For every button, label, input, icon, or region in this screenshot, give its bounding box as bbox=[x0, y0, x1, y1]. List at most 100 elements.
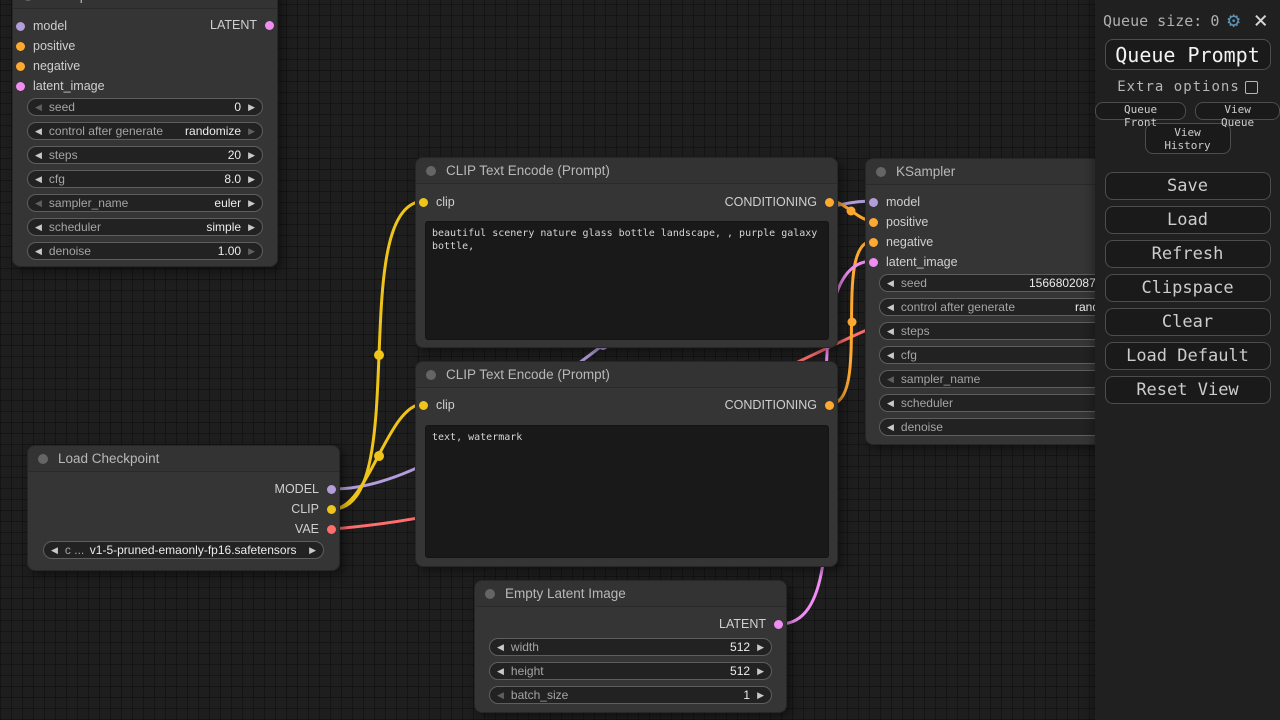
conditioning-slot-icon[interactable] bbox=[869, 238, 878, 247]
view-history-button[interactable]: View History bbox=[1145, 123, 1231, 154]
node-empty-latent-image[interactable]: Empty Latent Image LATENT ◀width512▶ ◀he… bbox=[474, 580, 787, 713]
decrement-arrow-icon[interactable]: ◀ bbox=[28, 151, 49, 160]
latent-slot-icon[interactable] bbox=[774, 620, 783, 629]
input-slot-latent-image[interactable]: latent_image bbox=[16, 76, 105, 96]
increment-arrow-icon[interactable]: ▶ bbox=[241, 199, 262, 208]
conditioning-slot-icon[interactable] bbox=[825, 401, 834, 410]
input-slot-clip[interactable]: clip bbox=[419, 192, 455, 212]
output-slot-clip[interactable]: CLIP bbox=[291, 499, 336, 519]
model-slot-icon[interactable] bbox=[16, 22, 25, 31]
node-clip-text-encode-positive[interactable]: CLIP Text Encode (Prompt) clip CONDITION… bbox=[415, 157, 838, 348]
close-icon[interactable]: × bbox=[1254, 11, 1268, 30]
collapse-dot-icon[interactable] bbox=[876, 167, 886, 177]
input-slot-latent-image[interactable]: latent_image bbox=[869, 252, 958, 272]
decrement-arrow-icon[interactable]: ◀ bbox=[490, 643, 511, 652]
increment-arrow-icon[interactable]: ▶ bbox=[241, 247, 262, 256]
increment-arrow-icon[interactable]: ▶ bbox=[241, 175, 262, 184]
widget-height[interactable]: ◀height512▶ bbox=[489, 662, 772, 680]
decrement-arrow-icon[interactable]: ◀ bbox=[880, 279, 901, 288]
decrement-arrow-icon[interactable]: ◀ bbox=[490, 691, 511, 700]
output-slot-latent[interactable]: LATENT bbox=[210, 15, 274, 35]
increment-arrow-icon[interactable]: ▶ bbox=[750, 643, 771, 652]
widget-sampler-name[interactable]: ◀sampler_nameeuler▶ bbox=[27, 194, 263, 212]
positive-prompt-textarea[interactable]: beautiful scenery nature glass bottle la… bbox=[425, 221, 829, 340]
conditioning-slot-icon[interactable] bbox=[16, 62, 25, 71]
decrement-arrow-icon[interactable]: ◀ bbox=[28, 127, 49, 136]
decrement-arrow-icon[interactable]: ◀ bbox=[880, 351, 901, 360]
conditioning-slot-icon[interactable] bbox=[16, 42, 25, 51]
collapse-dot-icon[interactable] bbox=[38, 454, 48, 464]
increment-arrow-icon[interactable]: ▶ bbox=[241, 223, 262, 232]
negative-prompt-textarea[interactable]: text, watermark bbox=[425, 425, 829, 558]
latent-slot-icon[interactable] bbox=[265, 21, 274, 30]
widget-ckpt-name[interactable]: ◀c ...v1-5-pruned-emaonly-fp16.safetenso… bbox=[43, 541, 324, 559]
decrement-arrow-icon[interactable]: ◀ bbox=[490, 667, 511, 676]
widget-steps[interactable]: ◀steps20▶ bbox=[27, 146, 263, 164]
widget-control-after-generate[interactable]: ◀control after generaterandomize▶ bbox=[27, 122, 263, 140]
increment-arrow-icon[interactable]: ▶ bbox=[241, 151, 262, 160]
node-titlebar[interactable]: KSampler bbox=[13, 0, 277, 9]
node-titlebar[interactable]: CLIP Text Encode (Prompt) bbox=[416, 362, 837, 388]
clipspace-button[interactable]: Clipspace bbox=[1105, 274, 1271, 302]
load-default-button[interactable]: Load Default bbox=[1105, 342, 1271, 370]
output-slot-latent[interactable]: LATENT bbox=[719, 614, 783, 634]
node-titlebar[interactable]: Empty Latent Image bbox=[475, 581, 786, 607]
reset-view-button[interactable]: Reset View bbox=[1105, 376, 1271, 404]
node-ksampler-left[interactable]: KSampler model positive negative latent_… bbox=[12, 0, 278, 267]
input-slot-negative[interactable]: negative bbox=[16, 56, 80, 76]
increment-arrow-icon[interactable]: ▶ bbox=[241, 103, 262, 112]
view-queue-button[interactable]: View Queue bbox=[1195, 102, 1280, 120]
decrement-arrow-icon[interactable]: ◀ bbox=[880, 375, 901, 384]
input-slot-model[interactable]: model bbox=[869, 192, 920, 212]
output-slot-vae[interactable]: VAE bbox=[295, 519, 336, 539]
load-button[interactable]: Load bbox=[1105, 206, 1271, 234]
node-load-checkpoint[interactable]: Load Checkpoint MODEL CLIP VAE ◀c ...v1-… bbox=[27, 445, 340, 571]
widget-seed[interactable]: ◀seed0▶ bbox=[27, 98, 263, 116]
model-slot-icon[interactable] bbox=[869, 198, 878, 207]
latent-slot-icon[interactable] bbox=[869, 258, 878, 267]
clip-slot-icon[interactable] bbox=[327, 505, 336, 514]
input-slot-model[interactable]: model bbox=[16, 16, 67, 36]
settings-gear-icon[interactable]: ⚙ bbox=[1227, 10, 1240, 31]
widget-width[interactable]: ◀width512▶ bbox=[489, 638, 772, 656]
decrement-arrow-icon[interactable]: ◀ bbox=[880, 327, 901, 336]
clip-slot-icon[interactable] bbox=[419, 198, 428, 207]
decrement-arrow-icon[interactable]: ◀ bbox=[28, 175, 49, 184]
collapse-dot-icon[interactable] bbox=[23, 0, 33, 1]
model-slot-icon[interactable] bbox=[327, 485, 336, 494]
refresh-button[interactable]: Refresh bbox=[1105, 240, 1271, 268]
node-titlebar[interactable]: Load Checkpoint bbox=[28, 446, 339, 472]
decrement-arrow-icon[interactable]: ◀ bbox=[880, 399, 901, 408]
conditioning-slot-icon[interactable] bbox=[825, 198, 834, 207]
widget-denoise[interactable]: ◀denoise1.00▶ bbox=[27, 242, 263, 260]
extra-options-checkbox[interactable] bbox=[1245, 81, 1258, 94]
collapse-dot-icon[interactable] bbox=[426, 166, 436, 176]
decrement-arrow-icon[interactable]: ◀ bbox=[28, 103, 49, 112]
queue-prompt-button[interactable]: Queue Prompt bbox=[1105, 39, 1271, 70]
latent-slot-icon[interactable] bbox=[16, 82, 25, 91]
increment-arrow-icon[interactable]: ▶ bbox=[750, 691, 771, 700]
save-button[interactable]: Save bbox=[1105, 172, 1271, 200]
clear-button[interactable]: Clear bbox=[1105, 308, 1271, 336]
collapse-dot-icon[interactable] bbox=[426, 370, 436, 380]
decrement-arrow-icon[interactable]: ◀ bbox=[28, 199, 49, 208]
decrement-arrow-icon[interactable]: ◀ bbox=[28, 223, 49, 232]
widget-batch-size[interactable]: ◀batch_size1▶ bbox=[489, 686, 772, 704]
input-slot-negative[interactable]: negative bbox=[869, 232, 933, 252]
output-slot-model[interactable]: MODEL bbox=[275, 479, 336, 499]
node-titlebar[interactable]: CLIP Text Encode (Prompt) bbox=[416, 158, 837, 184]
node-clip-text-encode-negative[interactable]: CLIP Text Encode (Prompt) clip CONDITION… bbox=[415, 361, 838, 567]
collapse-dot-icon[interactable] bbox=[485, 589, 495, 599]
input-slot-clip[interactable]: clip bbox=[419, 395, 455, 415]
decrement-arrow-icon[interactable]: ◀ bbox=[880, 423, 901, 432]
input-slot-positive[interactable]: positive bbox=[869, 212, 928, 232]
increment-arrow-icon[interactable]: ▶ bbox=[241, 127, 262, 136]
increment-arrow-icon[interactable]: ▶ bbox=[302, 546, 323, 555]
clip-slot-icon[interactable] bbox=[419, 401, 428, 410]
widget-scheduler[interactable]: ◀schedulersimple▶ bbox=[27, 218, 263, 236]
input-slot-positive[interactable]: positive bbox=[16, 36, 75, 56]
node-graph-canvas[interactable]: KSampler model positive negative latent_… bbox=[0, 0, 1280, 720]
decrement-arrow-icon[interactable]: ◀ bbox=[44, 546, 65, 555]
output-slot-conditioning[interactable]: CONDITIONING bbox=[725, 395, 834, 415]
decrement-arrow-icon[interactable]: ◀ bbox=[28, 247, 49, 256]
